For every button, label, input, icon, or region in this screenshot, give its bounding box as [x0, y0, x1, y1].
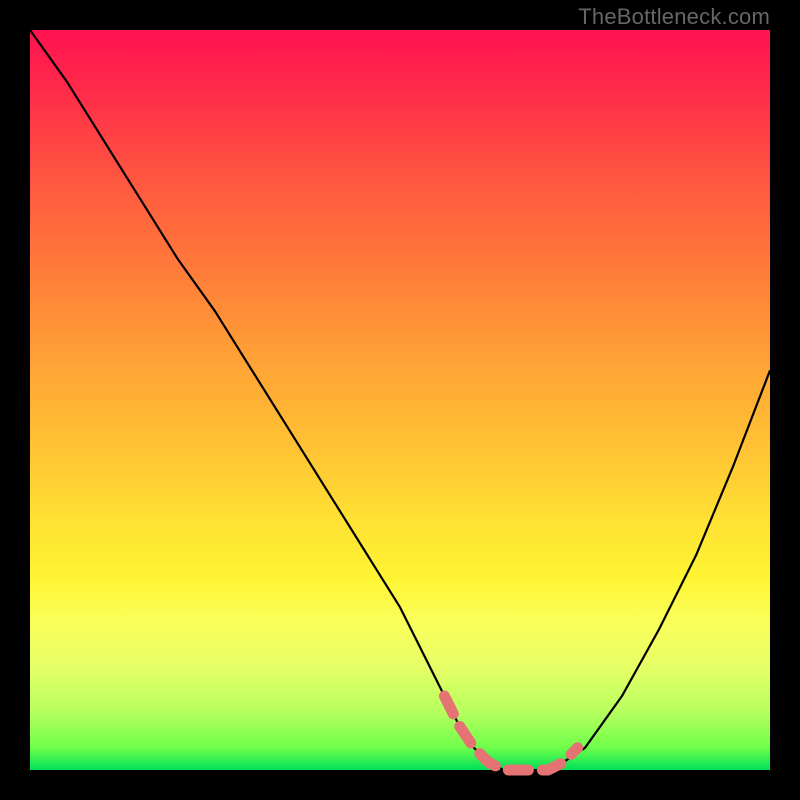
- curve-layer: [30, 30, 770, 770]
- plot-area: [30, 30, 770, 770]
- curve-svg: [30, 30, 770, 770]
- bottleneck-curve: [30, 30, 770, 770]
- chart-frame: TheBottleneck.com: [0, 0, 800, 800]
- watermark-text: TheBottleneck.com: [578, 4, 770, 30]
- highlight-markers: [444, 696, 577, 770]
- highlight-dash: [444, 696, 577, 770]
